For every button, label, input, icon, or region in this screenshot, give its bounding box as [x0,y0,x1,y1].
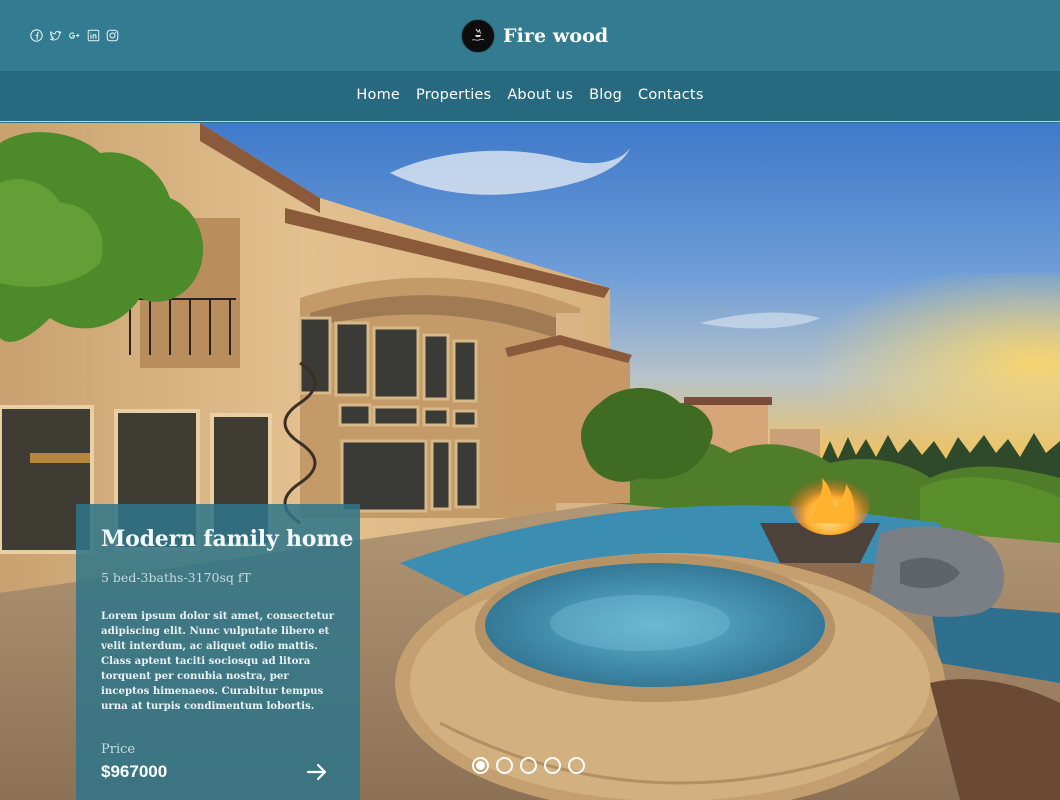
slider-dot-3[interactable] [520,757,537,774]
listing-description: Lorem ipsum dolor sit amet, consectetur … [101,610,335,712]
google-plus-icon[interactable] [68,28,81,42]
slider-dot-1[interactable] [472,757,489,774]
listing-specs: 5 bed-3baths-3170sq fT [101,570,251,585]
nav-contacts[interactable]: Contacts [630,87,712,103]
nav-home[interactable]: Home [348,87,408,103]
main-navigation: Home Properties About us Blog Contacts [0,71,1060,122]
listing-card: Modern family home 5 bed-3baths-3170sq f… [76,504,360,800]
nav-blog[interactable]: Blog [581,87,630,103]
nav-about-us[interactable]: About us [499,87,581,103]
slider-dot-2[interactable] [496,757,513,774]
price-value: $967000 [101,762,168,781]
slider-dots [472,757,585,774]
price-label: Price [101,742,136,757]
twitter-icon[interactable] [49,28,62,42]
brand[interactable]: Fire wood [461,19,608,53]
facebook-icon[interactable] [30,28,43,42]
nav-menu: Home Properties About us Blog Contacts [0,87,1060,103]
nav-properties[interactable]: Properties [408,87,499,103]
social-links [30,28,119,42]
slider-dot-5[interactable] [568,757,585,774]
top-bar: Fire wood [0,0,1060,71]
listing-title[interactable]: Modern family home [101,526,353,552]
arrow-right-icon[interactable] [305,760,329,784]
linkedin-icon[interactable] [87,28,100,42]
slider-dot-4[interactable] [544,757,561,774]
brand-name[interactable]: Fire wood [503,25,608,47]
hero-slider: Modern family home 5 bed-3baths-3170sq f… [0,123,1060,800]
firewood-logo-icon[interactable] [461,19,495,53]
instagram-icon[interactable] [106,28,119,42]
